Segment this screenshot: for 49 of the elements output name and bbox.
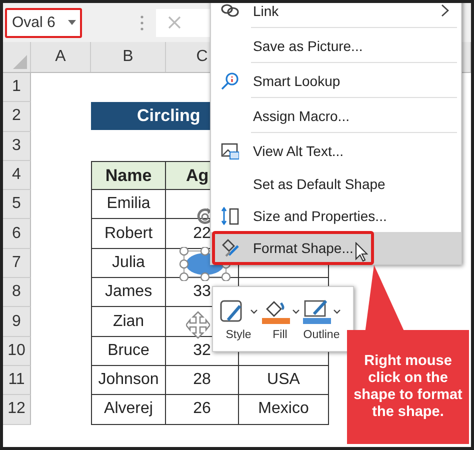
row-header[interactable]: 12 [3, 395, 31, 425]
table-cell: USA [239, 366, 329, 396]
grip-icon [140, 14, 144, 30]
menu-item[interactable]: Assign Macro... [211, 98, 461, 133]
row-header[interactable]: 1 [3, 73, 31, 102]
pen-outline-icon [302, 298, 332, 324]
table-cell: Bruce [91, 336, 166, 366]
table-cell: Mexico [239, 395, 329, 425]
chevron-right-icon [441, 4, 449, 17]
row-header[interactable]: 2 [3, 102, 31, 132]
link-icon [221, 3, 239, 20]
format-button[interactable]: Outline [302, 298, 341, 340]
row-header[interactable]: 6 [3, 219, 31, 249]
caret-icon[interactable] [68, 20, 76, 25]
row-header[interactable]: 11 [3, 366, 31, 396]
search-icon [221, 72, 239, 90]
row-header[interactable]: 3 [3, 132, 31, 161]
caret-icon [250, 308, 258, 314]
format-button[interactable]: Fill [260, 298, 300, 340]
table-cell: 28 [166, 366, 239, 396]
mouse-pointer-icon [355, 242, 368, 262]
menu-item[interactable]: Format Shape... [211, 232, 461, 264]
table-cell: Robert [91, 219, 166, 249]
table-cell: James [91, 278, 166, 308]
table-cell: Alverej [91, 395, 166, 425]
caret-icon [292, 308, 300, 314]
image-icon [221, 142, 239, 160]
table-cell: Johnson [91, 366, 166, 396]
name-box[interactable]: Oval 6 [5, 8, 82, 38]
table-cell: Emilia [91, 190, 166, 220]
caret-icon [333, 308, 341, 314]
sheet-title: Circling [137, 106, 200, 126]
row-header[interactable]: 5 [3, 190, 31, 220]
resize-icon [221, 207, 239, 225]
table-cell: Zian [91, 307, 166, 337]
table-cell: 26 [166, 395, 239, 425]
move-handle-icon[interactable] [186, 311, 210, 339]
column-header[interactable]: B [91, 42, 166, 72]
row-header[interactable]: 10 [3, 336, 31, 366]
column-heading: Name [91, 160, 166, 190]
callout-text: Right mouse click on the shape to format the shape. [352, 353, 464, 421]
paint-brush-icon [221, 239, 239, 257]
row-header[interactable]: 4 [3, 160, 31, 190]
table-cell: Julia [91, 248, 166, 278]
row-header[interactable]: 7 [3, 248, 31, 278]
row-header[interactable]: 8 [3, 278, 31, 308]
row-header[interactable]: 9 [3, 307, 31, 337]
menu-item[interactable]: Link [211, 3, 461, 28]
column-header[interactable]: A [31, 42, 91, 72]
